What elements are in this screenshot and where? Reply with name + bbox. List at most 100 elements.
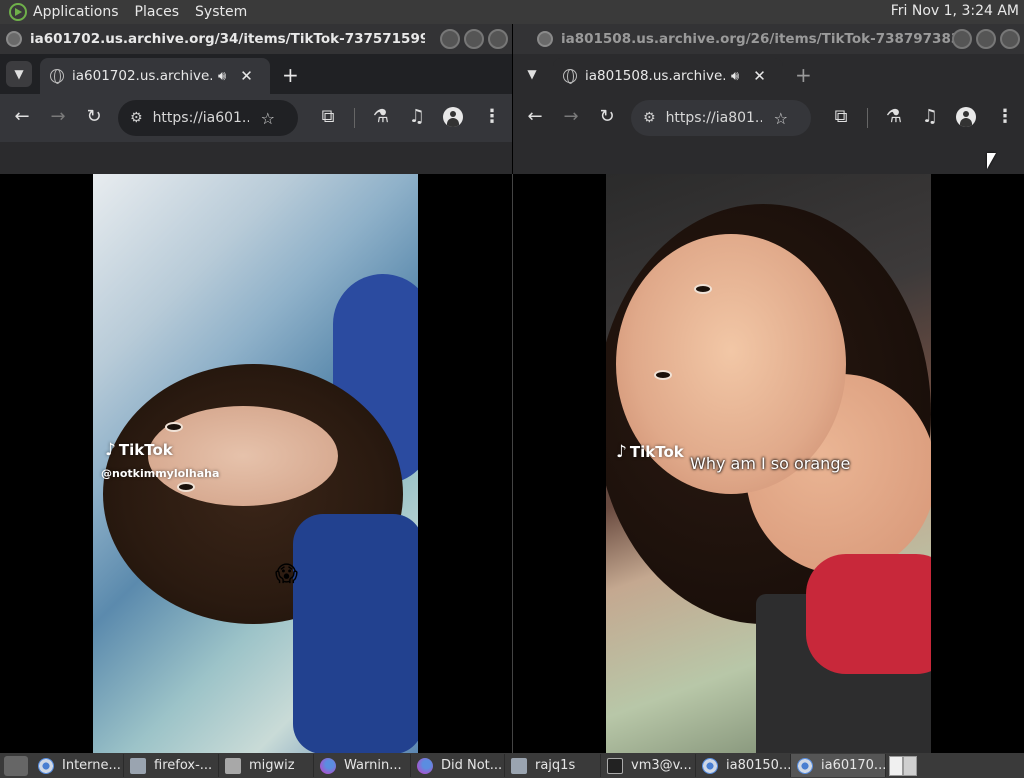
taskbar-item[interactable]: migwiz: [219, 754, 314, 777]
new-tab-button[interactable]: +: [795, 63, 812, 87]
reload-icon[interactable]: ↻: [595, 106, 619, 127]
taskbar-item-label: migwiz: [249, 758, 295, 773]
taskbar-item-label: Warnin...: [344, 758, 402, 773]
taskbar-item-label: ia80150...: [726, 758, 791, 773]
taskbar-item[interactable]: Did Not...: [411, 754, 505, 777]
extensions-icon[interactable]: ⧉: [316, 106, 340, 127]
maximize-icon[interactable]: [464, 29, 484, 49]
globe-icon: [50, 69, 64, 84]
speaker-icon[interactable]: 🔊︎: [218, 69, 226, 84]
new-tab-button[interactable]: +: [282, 63, 299, 87]
minimize-icon[interactable]: [440, 29, 460, 49]
applications-menu[interactable]: Applications: [33, 4, 119, 20]
tab-title: ia801508.us.archive.org/: [585, 68, 725, 84]
app-icon: [130, 757, 146, 774]
profile-avatar-icon[interactable]: [443, 107, 463, 127]
tab-active[interactable]: ia601702.us.archive.org/3 🔊︎ ✕: [40, 58, 270, 94]
close-tab-icon[interactable]: ✕: [753, 67, 766, 85]
tab-strip: ▼ ia801508.us.archive.org/ 🔊︎ ✕ +: [513, 54, 1024, 94]
window-menu-icon[interactable]: [537, 31, 553, 47]
media-controls-icon[interactable]: ♫: [918, 106, 942, 127]
workspace-2[interactable]: [903, 755, 917, 776]
video-shape: [165, 422, 183, 432]
back-icon[interactable]: ←: [10, 106, 34, 127]
forward-icon[interactable]: →: [46, 106, 70, 127]
toolbar-separator: [867, 108, 868, 128]
app-icon: [511, 757, 527, 774]
window-titlebar[interactable]: ia801508.us.archive.org/26/items/TikTok-…: [513, 24, 1024, 54]
browser-toolbar: ← → ↻ ⚙︎ https://ia601... ☆ ⧉ ⚗ ♫ ⋮: [0, 94, 512, 142]
tab-search-button[interactable]: ▼: [519, 61, 545, 87]
close-window-icon[interactable]: [488, 29, 508, 49]
distro-logo-icon[interactable]: [9, 3, 27, 21]
taskbar-item-label: Interne...: [62, 758, 121, 773]
tiktok-logo-text: TikTok: [118, 441, 173, 459]
tiktok-watermark: ♪ TikTok: [105, 440, 173, 460]
video-shape: [177, 482, 195, 492]
address-bar[interactable]: ⚙︎ https://ia801... ☆: [631, 100, 811, 136]
show-desktop-icon[interactable]: [4, 755, 28, 776]
system-menu[interactable]: System: [195, 4, 247, 20]
firefox-icon: [320, 757, 336, 774]
window-menu-icon[interactable]: [6, 31, 22, 47]
minimize-icon[interactable]: [952, 29, 972, 49]
taskbar-item[interactable]: Interne...: [32, 754, 124, 777]
taskbar-item[interactable]: rajq1s: [505, 754, 601, 777]
menu-kebab-icon[interactable]: ⋮: [483, 106, 501, 127]
taskbar-item[interactable]: vm3@v...: [601, 754, 696, 777]
media-controls-icon[interactable]: ♫: [405, 106, 429, 127]
tab-active[interactable]: ia801508.us.archive.org/ 🔊︎ ✕: [553, 58, 783, 94]
tiktok-video-right[interactable]: ♪ TikTok Why am I so orange: [606, 174, 931, 753]
taskbar-item-active[interactable]: ia60170...: [791, 754, 886, 777]
folder-icon: [225, 757, 241, 774]
maximize-icon[interactable]: [976, 29, 996, 49]
tab-search-button[interactable]: ▼: [6, 61, 32, 87]
toolbar-separator: [354, 108, 355, 128]
browser-window-left: ia601702.us.archive.org/34/items/TikTok-…: [0, 24, 512, 174]
close-window-icon[interactable]: [1000, 29, 1020, 49]
tiktok-watermark: ♪ TikTok: [616, 442, 684, 462]
video-shape: [148, 406, 338, 506]
address-bar[interactable]: ⚙︎ https://ia601... ☆: [118, 100, 298, 136]
back-icon[interactable]: ←: [523, 106, 547, 127]
taskbar-item[interactable]: ia80150...: [696, 754, 791, 777]
window-titlebar[interactable]: ia601702.us.archive.org/34/items/TikTok-…: [0, 24, 512, 54]
reload-icon[interactable]: ↻: [82, 106, 106, 127]
forward-icon[interactable]: →: [559, 106, 583, 127]
bookmark-star-icon[interactable]: ☆: [774, 109, 788, 128]
tiktok-username: @notkimmylolhaha: [101, 467, 220, 480]
bookmark-star-icon[interactable]: ☆: [261, 109, 275, 128]
tab-title: ia601702.us.archive.org/3: [72, 68, 212, 84]
labs-flask-icon[interactable]: ⚗: [882, 106, 906, 127]
menu-kebab-icon[interactable]: ⋮: [996, 106, 1014, 127]
site-info-icon[interactable]: ⚙︎: [643, 110, 656, 126]
mouse-cursor-icon: [987, 153, 996, 169]
tiktok-video-left[interactable]: ♪ TikTok @notkimmylolhaha 😱: [93, 174, 418, 753]
video-shape: [694, 284, 712, 294]
profile-avatar-icon[interactable]: [956, 107, 976, 127]
scream-emoji-icon: 😱: [275, 562, 298, 587]
tiktok-logo-text: TikTok: [629, 443, 684, 461]
terminal-icon: [607, 757, 623, 774]
places-menu[interactable]: Places: [135, 4, 180, 20]
taskbar-item[interactable]: Warnin...: [314, 754, 411, 777]
workspace-1[interactable]: [889, 755, 903, 776]
speaker-icon[interactable]: 🔊︎: [731, 69, 739, 84]
chrome-icon: [38, 757, 54, 774]
taskbar-item[interactable]: firefox-...: [124, 754, 219, 777]
clock[interactable]: Fri Nov 1, 3:24 AM: [891, 3, 1019, 19]
close-tab-icon[interactable]: ✕: [240, 67, 253, 85]
taskbar-item-label: Did Not...: [441, 758, 503, 773]
extensions-icon[interactable]: ⧉: [829, 106, 853, 127]
video-viewport-right[interactable]: ♪ TikTok Why am I so orange: [513, 174, 1024, 753]
taskbar-item-label: vm3@v...: [631, 758, 692, 773]
bottom-taskbar: Interne... firefox-... migwiz Warnin... …: [0, 753, 1024, 778]
video-viewport-left[interactable]: ♪ TikTok @notkimmylolhaha 😱: [0, 174, 512, 753]
taskbar-item-label: rajq1s: [535, 758, 576, 773]
labs-flask-icon[interactable]: ⚗: [369, 106, 393, 127]
chrome-icon: [702, 757, 718, 774]
window-title: ia801508.us.archive.org/26/items/TikTok-…: [561, 31, 956, 47]
site-info-icon[interactable]: ⚙︎: [130, 110, 143, 126]
